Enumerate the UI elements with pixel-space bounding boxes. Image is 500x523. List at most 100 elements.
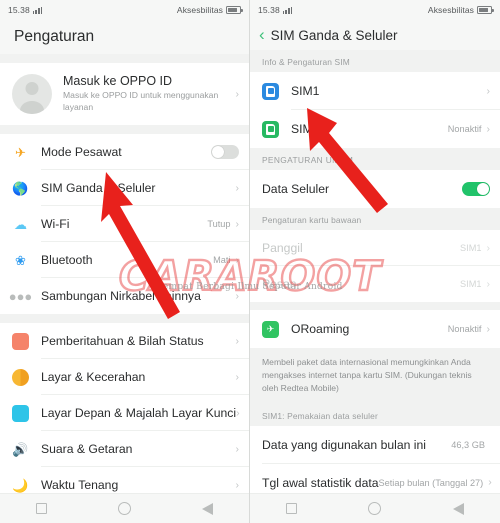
back-triangle-icon[interactable] [453, 502, 465, 515]
moon-icon: 🌙 [12, 477, 29, 493]
row-label: Wi-Fi [41, 217, 70, 231]
settings-row-notifications[interactable]: Pemberitahuan & Bilah Status › [0, 323, 249, 359]
status-bar-right: 15.38 Aksesbilitas [250, 0, 500, 20]
section-header-data-usage: SIM1: Pemakaian data seluler [250, 403, 500, 426]
mobile-data-toggle[interactable] [462, 182, 490, 196]
row-label: Bluetooth [41, 253, 93, 267]
section-header-general: PENGATURAN UMUM [250, 148, 500, 170]
settings-row-bluetooth[interactable]: ❀ Bluetooth Mati › [0, 242, 249, 278]
oroaming-icon: ✈ [262, 320, 279, 338]
account-card[interactable]: Masuk ke OPPO ID Masuk ke OPPO ID untuk … [0, 63, 249, 125]
data-used-row[interactable]: Data yang digunakan bulan ini 46,3 GB [250, 425, 500, 464]
settings-group-connectivity: ✈ Mode Pesawat 🌎 SIM Ganda & Seluler › ☁… [0, 134, 249, 314]
row-label: Panggil [262, 241, 303, 255]
row-value: 46,3 GB [451, 439, 485, 450]
row-value: SIM1 [460, 279, 482, 289]
section-header-sim-info: Info & Pengaturan SIM [250, 50, 500, 72]
row-label: Mode Pesawat [41, 145, 122, 159]
dual-screenshot-container: 15.38 Aksesbilitas Pengaturan Masuk ke O… [0, 0, 500, 523]
row-value: SIM1 [460, 243, 482, 253]
oroaming-row[interactable]: ✈ ORoaming Nonaktif › [250, 310, 500, 348]
settings-row-display-brightness[interactable]: Layar & Kecerahan › [0, 359, 249, 395]
row-label: SIM1 [291, 84, 320, 98]
general-settings-group: Data Seluler [250, 170, 500, 208]
settings-row-quiet-time[interactable]: 🌙 Waktu Tenang › [0, 467, 249, 493]
default-message-row[interactable]: Pesan SIM1 › [250, 266, 500, 302]
chevron-right-icon: › [235, 253, 240, 266]
chevron-right-icon: › [236, 406, 240, 419]
brightness-icon [12, 368, 29, 386]
user-avatar-icon [12, 74, 52, 114]
sound-icon: 🔊 [12, 441, 29, 457]
navigation-bar-left[interactable] [0, 493, 249, 523]
chevron-right-icon: › [235, 334, 240, 347]
settings-row-sound-vibration[interactable]: 🔊 Suara & Getaran › [0, 431, 249, 467]
sim-cards-group: SIM1 › SIM2 Nonaktif › [250, 72, 500, 148]
home-circle-icon[interactable] [117, 502, 131, 515]
sim2-row[interactable]: SIM2 Nonaktif › [250, 110, 500, 148]
accessibility-label: Aksesbilitas [427, 5, 474, 15]
default-call-row[interactable]: Panggil SIM1 › [250, 230, 500, 266]
back-chevron-icon[interactable]: ‹ [259, 26, 265, 43]
spacer [0, 125, 249, 134]
back-triangle-icon[interactable] [202, 502, 214, 515]
bluetooth-icon: ❀ [15, 252, 26, 268]
row-label: Waktu Tenang [41, 478, 119, 492]
settings-row-sim-cellular[interactable]: 🌎 SIM Ganda & Seluler › [0, 170, 249, 206]
chevron-right-icon: › [235, 442, 240, 455]
sim1-row[interactable]: SIM1 › [250, 72, 500, 110]
settings-row-homescreen-lockscreen[interactable]: Layar Depan & Majalah Layar Kunci › [0, 395, 249, 431]
default-card-group: Panggil SIM1 › Pesan SIM1 › [250, 230, 500, 302]
recents-square-icon[interactable] [35, 503, 47, 514]
spacer [0, 314, 249, 323]
chevron-right-icon: › [488, 476, 492, 489]
navigation-bar-right[interactable] [250, 493, 500, 523]
battery-icon [477, 6, 494, 14]
row-label: SIM Ganda & Seluler [41, 181, 156, 195]
settings-group-display: Pemberitahuan & Bilah Status › Layar & K… [0, 323, 249, 493]
mobile-data-row[interactable]: Data Seluler [250, 170, 500, 208]
row-value: Nonaktif [447, 124, 482, 134]
oroaming-group: ✈ ORoaming Nonaktif › [250, 310, 500, 348]
oroaming-description: Membeli paket data internasional memungk… [250, 348, 500, 404]
status-bar-left-group: 15.38 [8, 5, 43, 15]
status-bar-right-group: Aksesbilitas [177, 5, 243, 15]
row-label: Sambungan Nirkabel Lainnya [41, 289, 201, 303]
right-phone-screen: 15.38 Aksesbilitas ‹ SIM Ganda & Seluler… [250, 0, 500, 523]
chevron-right-icon: › [486, 277, 491, 290]
left-phone-screen: 15.38 Aksesbilitas Pengaturan Masuk ke O… [0, 0, 250, 523]
page-title-left: Pengaturan [0, 20, 249, 54]
wifi-icon: ☁ [14, 216, 27, 232]
home-circle-icon[interactable] [368, 502, 382, 515]
recents-square-icon[interactable] [285, 503, 297, 514]
more-dots-icon: ●●● [8, 288, 33, 304]
settings-row-wifi[interactable]: ☁ Wi-Fi Tutup › [0, 206, 249, 242]
row-label: Pemberitahuan & Bilah Status [41, 334, 204, 348]
spacer [250, 302, 500, 310]
row-label: SIM2 [291, 122, 320, 136]
oppo-id-row[interactable]: Masuk ke OPPO ID Masuk ke OPPO ID untuk … [0, 63, 249, 125]
airplane-mode-toggle[interactable] [211, 145, 239, 159]
chevron-right-icon: › [235, 88, 240, 100]
globe-icon: 🌎 [12, 180, 29, 196]
sim-card-green-icon [262, 120, 279, 138]
chevron-right-icon: › [486, 322, 491, 335]
row-label: Suara & Getaran [41, 442, 133, 456]
wallpaper-icon [12, 404, 29, 422]
data-usage-group: Data yang digunakan bulan ini 46,3 GB Tg… [250, 425, 500, 493]
chevron-right-icon: › [486, 122, 491, 135]
settings-row-airplane-mode[interactable]: ✈ Mode Pesawat [0, 134, 249, 170]
status-time: 15.38 [8, 5, 30, 15]
row-label: ORoaming [291, 322, 350, 336]
stats-start-date-row[interactable]: Tgl awal statistik data Setiap bulan (Ta… [250, 463, 500, 493]
chevron-right-icon: › [235, 217, 240, 230]
account-subtitle: Masuk ke OPPO ID untuk menggunakan layan… [63, 90, 219, 112]
row-value: Nonaktif [447, 324, 482, 334]
signal-bars-icon [32, 6, 43, 14]
settings-row-other-wireless[interactable]: ●●● Sambungan Nirkabel Lainnya › [0, 278, 249, 314]
chevron-right-icon: › [235, 370, 240, 383]
settings-list-left[interactable]: Masuk ke OPPO ID Masuk ke OPPO ID untuk … [0, 54, 249, 493]
sim-settings-list[interactable]: Info & Pengaturan SIM SIM1 › SIM2 Nonakt… [250, 50, 500, 493]
sim-card-blue-icon [262, 82, 279, 100]
battery-icon [226, 6, 243, 14]
